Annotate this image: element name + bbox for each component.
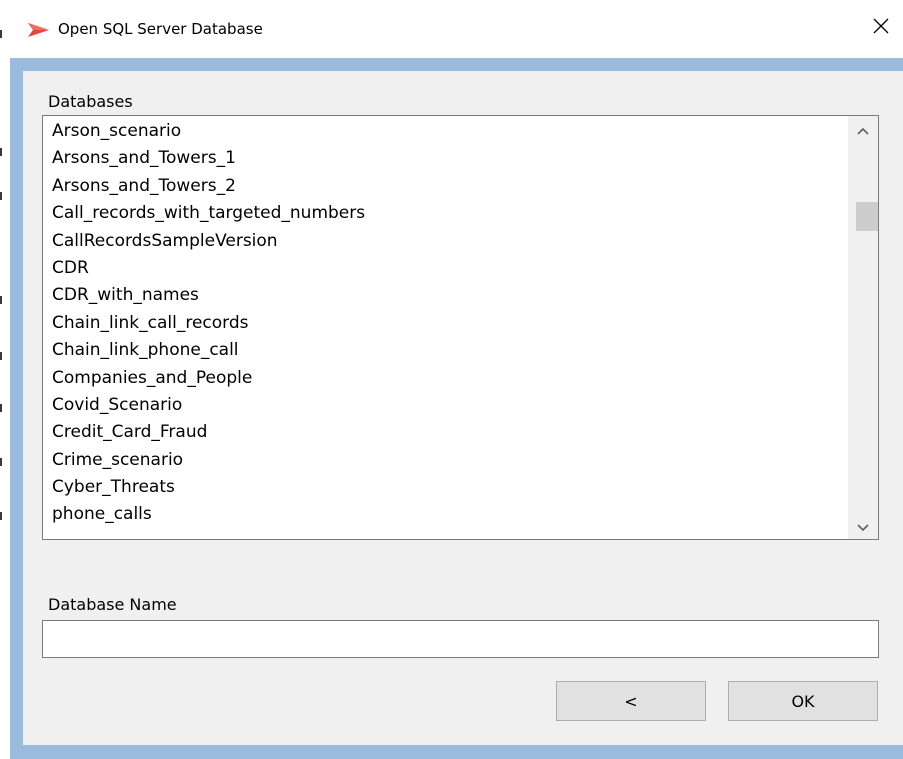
database-list-item[interactable]: Chain_link_phone_call	[43, 337, 848, 364]
scroll-thumb[interactable]	[856, 202, 878, 231]
back-button[interactable]: <	[556, 681, 706, 721]
window-title: Open SQL Server Database	[58, 20, 263, 38]
background-edge-mark	[0, 30, 2, 38]
app-flag-icon	[27, 22, 51, 38]
close-icon	[873, 18, 889, 38]
databases-list: Arson_scenario Arsons_and_Towers_1 Arsons_…	[43, 118, 848, 529]
database-list-item[interactable]: Call_records_with_targeted_numbers	[43, 200, 848, 227]
scroll-down-button[interactable]	[848, 513, 878, 539]
background-edge-mark	[0, 404, 2, 412]
title-bar[interactable]: Open SQL Server Database	[10, 0, 903, 58]
database-list-item[interactable]: Companies_and_People	[43, 365, 848, 392]
dialog-window: Open SQL Server Database Databases Arson…	[0, 0, 903, 759]
database-list-item[interactable]: CallRecordsSampleVersion	[43, 228, 848, 255]
background-edge-mark	[0, 352, 2, 360]
database-list-item[interactable]: CDR_with_names	[43, 282, 848, 309]
database-list-item[interactable]: Chain_link_call_records	[43, 310, 848, 337]
database-list-item[interactable]: Arsons_and_Towers_1	[43, 145, 848, 172]
database-name-label: Database Name	[48, 595, 177, 614]
background-edge-mark	[0, 512, 2, 520]
database-list-item[interactable]: phone_calls	[43, 501, 848, 528]
database-name-input[interactable]	[42, 620, 879, 658]
database-list-item[interactable]: Arsons_and_Towers_2	[43, 173, 848, 200]
close-button[interactable]	[865, 12, 897, 44]
databases-label: Databases	[48, 92, 133, 111]
chevron-up-icon	[857, 120, 869, 139]
background-edge-mark	[0, 296, 2, 304]
databases-listbox[interactable]: Arson_scenario Arsons_and_Towers_1 Arsons_…	[42, 115, 879, 540]
database-list-item[interactable]: Arson_scenario	[43, 118, 848, 145]
database-list-item[interactable]: Credit_Card_Fraud	[43, 419, 848, 446]
ok-button[interactable]: OK	[728, 681, 878, 721]
background-edge-mark	[0, 148, 2, 156]
database-list-item[interactable]: Covid_Scenario	[43, 392, 848, 419]
chevron-down-icon	[857, 517, 869, 536]
database-list-item[interactable]: CDR	[43, 255, 848, 282]
database-list-item[interactable]: Crime_scenario	[43, 447, 848, 474]
background-edge-mark	[0, 458, 2, 466]
background-edge-mark	[0, 192, 2, 200]
listbox-scrollbar[interactable]	[848, 116, 878, 539]
database-list-item[interactable]: Cyber_Threats	[43, 474, 848, 501]
scroll-up-button[interactable]	[848, 116, 878, 142]
